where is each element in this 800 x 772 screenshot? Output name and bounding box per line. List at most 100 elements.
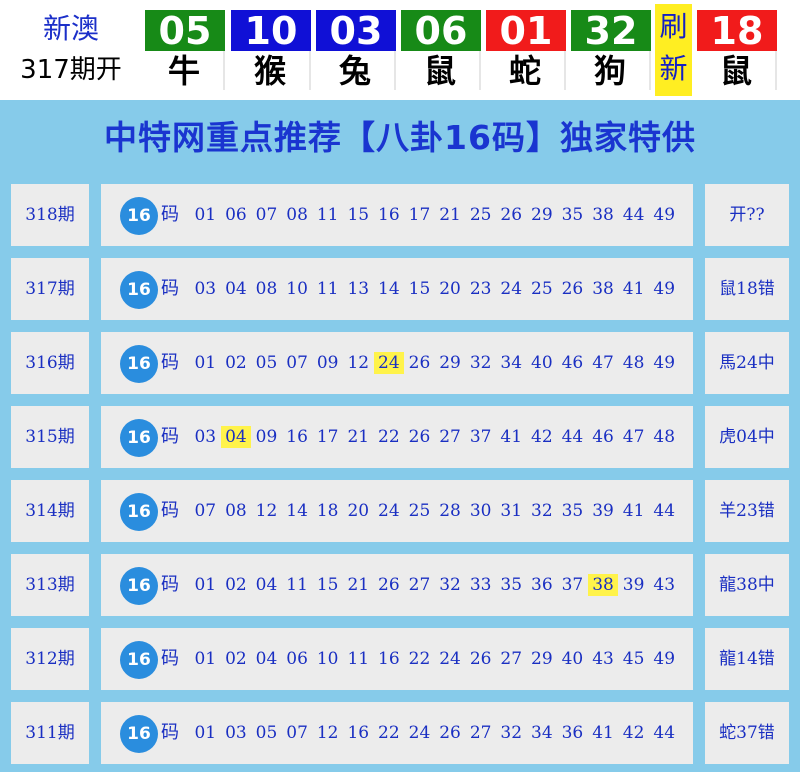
number-list: 01 02 04 11 15 21 26 27 32 33 35 36 37 38 39 43: [190, 574, 680, 596]
draw-info: 新澳 317期开: [0, 8, 142, 94]
predicted-number: 48: [653, 427, 676, 447]
predicted-number: 24: [500, 279, 523, 299]
period-label: 318期: [25, 205, 75, 225]
predicted-number: 03: [225, 723, 247, 743]
predicted-number: 07: [194, 501, 217, 521]
predicted-number: 32: [531, 501, 553, 521]
predicted-number: 16: [286, 427, 308, 447]
predicted-number: 11: [316, 279, 339, 299]
result-cell: 蛇37错: [705, 702, 789, 764]
count-badge: 16: [120, 345, 158, 383]
number-list: 03 04 09 16 17 21 22 26 27 37 41 42 44 46 47 48: [190, 426, 680, 448]
result-ball-6: 32 狗: [571, 10, 651, 90]
numbers-cell: 16 码 01 02 04 06 10 11 16 22 24 26 27 29 40 43 45 49: [101, 628, 693, 690]
predicted-number: 22: [378, 723, 400, 743]
result-ball-4: 06 鼠: [401, 10, 481, 90]
predicted-number: 06: [286, 649, 308, 669]
predicted-number: 15: [408, 279, 431, 299]
predicted-number: 01: [194, 205, 217, 225]
predicted-number: 39: [592, 501, 614, 521]
numbers-cell: 16 码 03 04 08 10 11 13 14 15 20 23 24 25 26 38 41 49: [101, 258, 693, 320]
ball-zodiac: 鼠: [401, 51, 481, 90]
predicted-number: 14: [286, 501, 308, 521]
predicted-number: 12: [347, 353, 370, 373]
predicted-number: 26: [439, 723, 461, 743]
predicted-number: 20: [347, 501, 370, 521]
predicted-number: 03: [194, 427, 217, 447]
result-ball-3: 03 兔: [316, 10, 396, 90]
predicted-number: 16: [378, 205, 400, 225]
ball-number: 05: [145, 10, 225, 52]
predicted-number: 44: [622, 205, 645, 225]
table-row: 315期 16 码 03 04 09 16 17 21 22 26 27 37 41 42 44 46 47 48 虎…: [0, 396, 800, 470]
period-label: 313期: [25, 575, 75, 595]
number-list: 01 06 07 08 11 15 16 17 21 25 26 29 35 38 44 49: [190, 204, 680, 226]
table-row: 312期 16 码 01 02 04 06 10 11 16 22 24 26 27 29 40 43 45 49 龍…: [0, 618, 800, 692]
table-row: 316期 16 码 01 02 05 07 09 12 24 26 29 32 34 40 46 47 48 49 馬…: [0, 322, 800, 396]
predicted-number: 01: [194, 649, 217, 669]
result-label: 龍38中: [719, 575, 775, 595]
table-row: 318期 16 码 01 06 07 08 11 15 16 17 21 25 26 29 35 38 44 49 开…: [0, 174, 800, 248]
site-name: 新澳: [42, 12, 99, 45]
predicted-number: 05: [255, 353, 278, 373]
ma-label: 码: [161, 278, 179, 299]
predicted-number: 34: [500, 353, 523, 373]
predicted-number: 29: [531, 649, 553, 669]
number-list: 01 02 04 06 10 11 16 22 24 26 27 29 40 43 45 49: [190, 648, 680, 670]
predicted-number: 10: [286, 279, 308, 299]
count-badge: 16: [120, 493, 158, 531]
predicted-number: 01: [194, 723, 217, 743]
ball-zodiac: 牛: [145, 51, 225, 90]
numbers-cell: 16 码 01 06 07 08 11 15 16 17 21 25 26 29 35 38 44 49: [101, 184, 693, 246]
predicted-number: 40: [561, 649, 584, 669]
table-row: 314期 16 码 07 08 12 14 18 20 24 25 28 30 31 32 35 39 41 44 羊…: [0, 470, 800, 544]
result-label: 馬24中: [719, 353, 775, 373]
count-badge: 16: [120, 641, 158, 679]
result-cell: 龍14错: [705, 628, 789, 690]
period-cell: 312期: [11, 628, 89, 690]
predicted-number: 25: [469, 205, 492, 225]
result-ball-2: 10 猴: [231, 10, 311, 90]
predicted-number: 27: [469, 723, 492, 743]
predicted-number: 11: [286, 575, 308, 595]
predicted-number: 07: [286, 723, 308, 743]
predicted-number: 28: [439, 501, 461, 521]
count-badge: 16: [120, 271, 158, 309]
predicted-number: 41: [622, 501, 645, 521]
predicted-number: 41: [622, 279, 645, 299]
result-ball-5: 01 蛇: [486, 10, 566, 90]
predicted-number: 08: [286, 205, 308, 225]
predicted-number: 35: [561, 501, 584, 521]
predicted-number: 32: [469, 353, 492, 373]
ball-number: 06: [401, 10, 481, 52]
ball-number: 03: [316, 10, 396, 52]
predicted-number: 38: [592, 205, 614, 225]
result-cell: 虎04中: [705, 406, 789, 468]
result-cell: 龍38中: [705, 554, 789, 616]
hit-number: 24: [373, 352, 405, 374]
predicted-number: 08: [255, 279, 278, 299]
predicted-number: 26: [500, 205, 523, 225]
predicted-number: 33: [469, 575, 492, 595]
ball-zodiac: 狗: [571, 51, 651, 90]
period-cell: 316期: [11, 332, 89, 394]
predicted-number: 24: [408, 723, 431, 743]
predicted-number: 27: [408, 575, 431, 595]
ball-zodiac: 蛇: [486, 51, 566, 90]
numbers-cell: 16 码 01 02 04 11 15 21 26 27 32 33 35 36 37 38 39 43: [101, 554, 693, 616]
result-label: 龍14错: [719, 649, 775, 669]
predicted-number: 12: [316, 723, 339, 743]
count-badge: 16: [120, 567, 158, 605]
number-list: 03 04 08 10 11 13 14 15 20 23 24 25 26 38 41 49: [190, 278, 680, 300]
predicted-number: 32: [439, 575, 461, 595]
predicted-number: 29: [531, 205, 553, 225]
ma-label: 码: [161, 426, 179, 447]
predicted-number: 26: [469, 649, 492, 669]
number-list: 01 03 05 07 12 16 22 24 26 27 32 34 36 41 42 44: [190, 722, 680, 744]
predicted-number: 02: [225, 575, 247, 595]
refresh-button[interactable]: 刷新: [655, 4, 692, 96]
predicted-number: 02: [225, 353, 247, 373]
prediction-table: 318期 16 码 01 06 07 08 11 15 16 17 21 25 26 29 35 38 44 49 开…: [0, 174, 800, 772]
period-label: 312期: [25, 649, 75, 669]
period-label: 316期: [25, 353, 75, 373]
